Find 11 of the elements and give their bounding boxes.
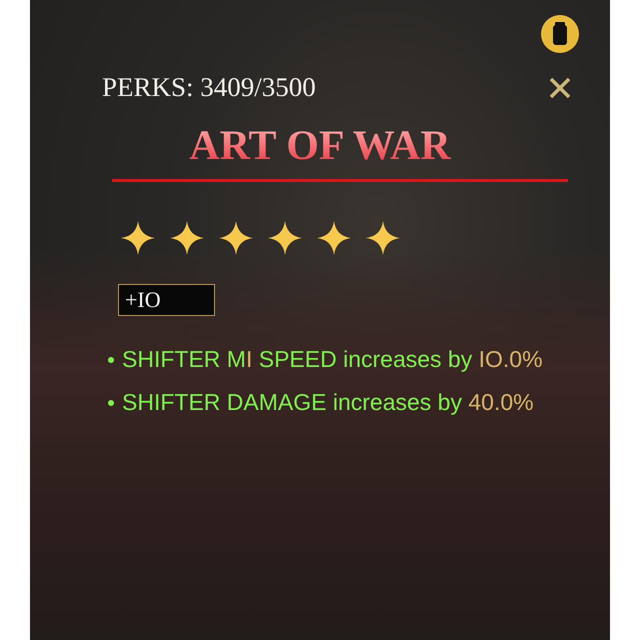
effect-text: SHIFTER DAMAGE increases by 40.0%: [122, 389, 534, 416]
star-icon: [120, 220, 156, 256]
star-icon: [365, 220, 401, 256]
effect-text: SHIFTER MI SPEED increases by IO.0%: [122, 346, 543, 374]
star-icon: [169, 220, 205, 256]
level-badge: +IO: [118, 284, 215, 316]
star-icon: [218, 220, 254, 256]
perks-counter: PERKS: 3409/3500: [102, 72, 316, 103]
star-icon: [316, 220, 352, 256]
coin-icon[interactable]: [540, 14, 580, 54]
star-icon: [267, 220, 303, 256]
